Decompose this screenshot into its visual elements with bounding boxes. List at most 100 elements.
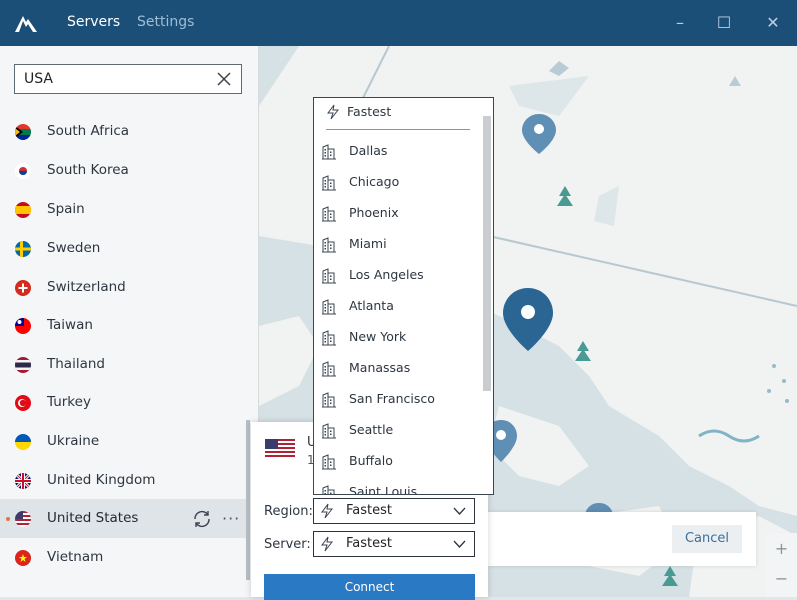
dropdown-scrollbar[interactable] — [483, 116, 491, 391]
server-select[interactable]: Fastest — [313, 531, 475, 557]
switzerland-flag-icon — [15, 280, 31, 296]
tab-settings[interactable]: Settings — [137, 14, 194, 30]
country-name: South Korea — [47, 162, 129, 178]
dropdown-item-city[interactable]: Manassas — [314, 354, 480, 385]
dropdown-item-city[interactable]: Chicago — [314, 168, 480, 199]
country-item-thailand[interactable]: Thailand — [0, 345, 248, 384]
building-icon — [321, 237, 337, 253]
search-input[interactable]: USA — [14, 64, 242, 94]
taiwan-flag-icon — [15, 318, 31, 334]
country-item-united-kingdom[interactable]: United Kingdom — [0, 461, 248, 500]
country-sidebar: USA South Africa South Korea Spain Swede… — [0, 46, 259, 597]
building-icon — [321, 330, 337, 346]
building-icon — [321, 299, 337, 315]
dropdown-item-city[interactable]: Miami — [314, 230, 480, 261]
dropdown-item-city[interactable]: Buffalo — [314, 447, 480, 478]
connect-button[interactable]: Connect — [264, 574, 475, 600]
dropdown-item-city[interactable]: Atlanta — [314, 292, 480, 323]
country-item-united-states[interactable]: United States ··· — [0, 499, 248, 538]
connection-indicator — [6, 517, 10, 521]
building-icon — [321, 361, 337, 377]
server-label: Server: — [264, 537, 311, 552]
cancel-button[interactable]: Cancel — [672, 525, 742, 553]
dropdown-item-label: Chicago — [349, 174, 400, 189]
country-name: Ukraine — [47, 433, 100, 449]
more-options-icon[interactable]: ··· — [222, 509, 240, 528]
south-korea-flag-icon — [15, 163, 31, 179]
building-icon — [321, 392, 337, 408]
country-name: Taiwan — [47, 317, 93, 333]
dropdown-item-label: Saint Louis — [349, 484, 418, 495]
country-item-sweden[interactable]: Sweden — [0, 229, 248, 268]
uk-flag-icon — [15, 473, 31, 489]
country-name: Switzerland — [47, 279, 126, 295]
building-icon — [321, 454, 337, 470]
building-icon — [321, 144, 337, 160]
zoom-in-button[interactable]: + — [766, 539, 797, 558]
maximize-icon[interactable]: ☐ — [713, 12, 735, 34]
dropdown-item-city[interactable]: Dallas — [314, 137, 480, 168]
us-flag-icon — [15, 511, 31, 527]
bolt-icon — [327, 104, 340, 120]
building-icon — [321, 485, 337, 494]
country-name: United States — [47, 510, 139, 526]
dropdown-item-city[interactable]: Phoenix — [314, 199, 480, 230]
dropdown-item-label: Buffalo — [349, 453, 393, 468]
title-bar: Servers Settings – ☐ ✕ — [0, 0, 797, 46]
dropdown-item-label: Manassas — [349, 360, 411, 375]
minimize-icon[interactable]: – — [669, 12, 691, 34]
dropdown-item-label: Atlanta — [349, 298, 394, 313]
country-item-vietnam[interactable]: Vietnam — [0, 538, 248, 577]
dropdown-item-city[interactable]: New York — [314, 323, 480, 354]
country-item-taiwan[interactable]: Taiwan — [0, 306, 248, 345]
region-label: Region: — [264, 504, 313, 519]
thailand-flag-icon — [15, 357, 31, 373]
zoom-out-button[interactable]: − — [766, 569, 797, 588]
sweden-flag-icon — [15, 241, 31, 257]
country-name: Sweden — [47, 240, 101, 256]
search-value: USA — [24, 71, 53, 87]
country-item-turkey[interactable]: Turkey — [0, 383, 248, 422]
server-value: Fastest — [346, 536, 392, 551]
dropdown-item-label: Phoenix — [349, 205, 399, 220]
dropdown-item-label: Dallas — [349, 143, 388, 158]
dropdown-item-city[interactable]: Saint Louis — [314, 478, 480, 495]
country-item-ukraine[interactable]: Ukraine — [0, 422, 248, 461]
turkey-flag-icon — [15, 395, 31, 411]
building-icon — [321, 206, 337, 222]
bolt-icon — [321, 503, 334, 519]
reconnect-icon[interactable] — [190, 507, 214, 531]
country-name: Spain — [47, 201, 85, 217]
country-item-spain[interactable]: Spain — [0, 190, 248, 229]
country-name: South Africa — [47, 123, 130, 139]
region-value: Fastest — [346, 503, 392, 518]
clear-search-icon[interactable] — [214, 69, 234, 89]
dropdown-item-label: San Francisco — [349, 391, 435, 406]
dropdown-divider — [326, 129, 470, 130]
country-item-south-korea[interactable]: South Korea — [0, 151, 248, 190]
sidebar-scrollbar[interactable] — [246, 420, 250, 580]
vietnam-flag-icon — [15, 550, 31, 566]
chevron-down-icon — [453, 507, 466, 515]
region-dropdown: Fastest Dallas Chicago Phoenix Miami Los Ang… — [313, 97, 494, 495]
dropdown-item-label: Seattle — [349, 422, 394, 437]
zoom-controls: + − — [766, 533, 797, 597]
ukraine-flag-icon — [15, 434, 31, 450]
close-icon[interactable]: ✕ — [762, 12, 784, 34]
nordvpn-logo-icon — [15, 16, 37, 32]
dropdown-item-label: Miami — [349, 236, 387, 251]
dropdown-item-city[interactable]: Los Angeles — [314, 261, 480, 292]
dropdown-item-city[interactable]: San Francisco — [314, 385, 480, 416]
tab-servers[interactable]: Servers — [67, 14, 120, 30]
dropdown-item-label: New York — [349, 329, 407, 344]
country-name: Turkey — [47, 394, 91, 410]
building-icon — [321, 423, 337, 439]
dropdown-item-city[interactable]: Seattle — [314, 416, 480, 447]
country-name: United Kingdom — [47, 472, 156, 488]
country-name: Vietnam — [47, 549, 104, 565]
country-item-south-africa[interactable]: South Africa — [0, 112, 248, 151]
region-select[interactable]: Fastest — [313, 498, 475, 524]
us-flag-icon — [265, 439, 295, 459]
country-item-switzerland[interactable]: Switzerland — [0, 268, 248, 307]
bolt-icon — [321, 536, 334, 552]
